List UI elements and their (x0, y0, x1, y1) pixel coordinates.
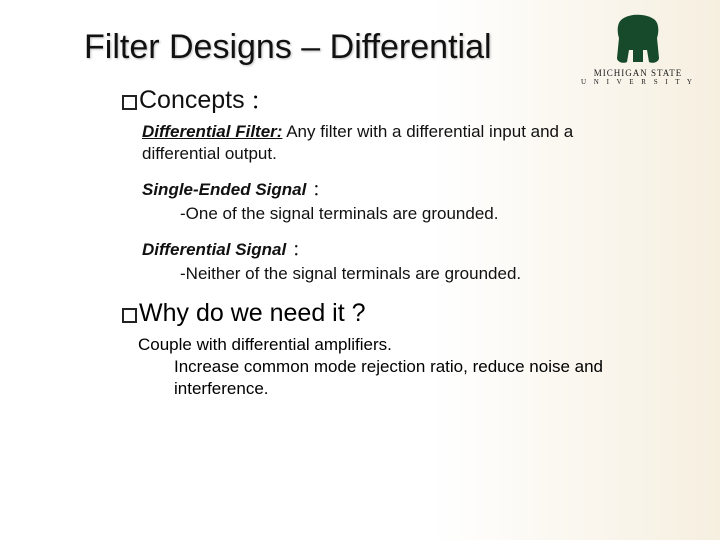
diff-filter-term: Differential Filter: (142, 122, 282, 141)
single-ended-body: -One of the signal terminals are grounde… (180, 203, 630, 225)
checkbox-icon (122, 95, 137, 110)
concepts-label: Concepts (139, 86, 245, 115)
msu-text-line2: U N I V E R S I T Y (578, 78, 698, 86)
why-bullet: Why do we need it ? (122, 299, 690, 328)
diff-signal-colon: ： (292, 242, 308, 259)
msu-text-line1: MICHIGAN STATE (578, 68, 698, 78)
diff-filter-block: Differential Filter: Any filter with a d… (142, 121, 630, 165)
why-section: Why do we need it ? (122, 299, 690, 328)
why-line1: Couple with differential amplifiers. (138, 334, 650, 356)
diff-signal-body: -Neither of the signal terminals are gro… (180, 263, 630, 285)
why-line2: Increase common mode rejection ratio, re… (174, 356, 650, 400)
concepts-bullet: Concepts ： (122, 85, 690, 115)
single-ended-block: Single-Ended Signal ： -One of the signal … (142, 179, 630, 225)
msu-logo-block: MICHIGAN STATE U N I V E R S I T Y (578, 14, 698, 86)
concepts-section: Concepts ： (122, 85, 690, 115)
slide: MICHIGAN STATE U N I V E R S I T Y Filte… (0, 0, 720, 540)
why-label: Why do we need it ? (139, 299, 366, 328)
diff-signal-block: Differential Signal ： -Neither of the sig… (142, 239, 630, 285)
single-ended-colon: ： (312, 182, 328, 199)
diff-signal-term: Differential Signal (142, 240, 286, 259)
single-ended-term: Single-Ended Signal (142, 180, 306, 199)
spartan-helmet-icon (609, 14, 667, 66)
concepts-colon: ： (251, 85, 271, 114)
checkbox-icon (122, 308, 137, 323)
why-body: Couple with differential amplifiers. Inc… (138, 334, 650, 400)
